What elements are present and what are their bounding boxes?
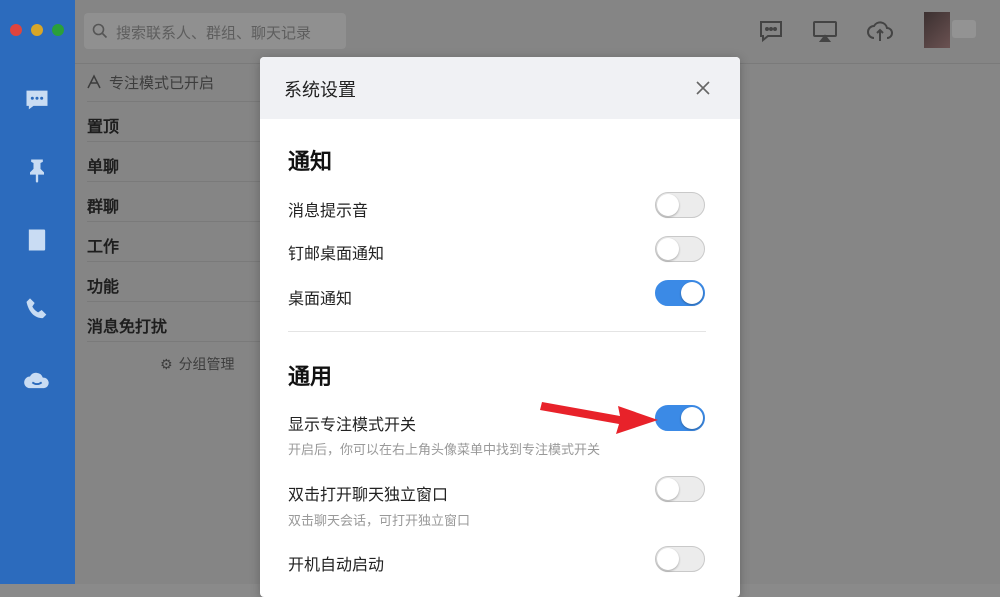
sidebar: [0, 0, 75, 584]
search-input[interactable]: 搜索联系人、群组、聊天记录: [84, 13, 346, 49]
toggle-mail-desktop-notification[interactable]: [655, 236, 705, 262]
chat-icon[interactable]: [757, 17, 785, 45]
divider: [87, 101, 260, 102]
window-zoom-dot[interactable]: [52, 24, 64, 36]
window-close-dot[interactable]: [10, 24, 22, 36]
option-label: 显示专注模式开关: [288, 415, 417, 434]
phone-icon[interactable]: [22, 295, 52, 325]
toggle-desktop-notification[interactable]: [655, 280, 705, 306]
main-area: [740, 64, 1000, 584]
option-label: 钉邮桌面通知: [288, 244, 385, 263]
group-item-work[interactable]: 工作: [87, 233, 119, 257]
divider: [87, 301, 260, 302]
toggle-knob: [681, 282, 703, 304]
pin-icon[interactable]: [22, 155, 52, 185]
message-icon[interactable]: [22, 85, 52, 115]
dialog-title: 系统设置: [284, 80, 356, 101]
focus-mode-label: 专注模式已开启: [109, 74, 215, 92]
option-label: 桌面通知: [288, 289, 353, 308]
option-description: 开启后，你可以在右上角头像菜单中找到专注模式开关: [288, 443, 601, 458]
group-item-group-chat[interactable]: 群聊: [87, 193, 119, 217]
toggle-double-click-window[interactable]: [655, 476, 705, 502]
divider: [87, 181, 260, 182]
option-label: 开机自动启动: [288, 555, 385, 574]
screen-share-icon[interactable]: [811, 17, 839, 45]
cloud-upload-icon[interactable]: [866, 17, 894, 45]
dialog-header: 系统设置: [260, 57, 740, 119]
cloud-icon[interactable]: [22, 365, 52, 395]
avatar-menu-indicator: [952, 20, 976, 38]
toggle-knob: [681, 407, 703, 429]
group-item-do-not-disturb[interactable]: 消息免打扰: [87, 313, 167, 337]
group-item-function[interactable]: 功能: [87, 273, 119, 297]
group-list: 专注模式已开启 置顶 单聊 群聊 工作 功能 消息免打扰 ⚙ 分组管理: [75, 64, 260, 584]
option-label: 双击打开聊天独立窗口: [288, 485, 449, 504]
divider: [288, 331, 706, 332]
option-label: 消息提示音: [288, 201, 369, 220]
gear-icon: ⚙: [160, 357, 173, 373]
focus-mode-icon: [87, 74, 101, 89]
annotation-arrow-icon: [540, 402, 658, 434]
toggle-knob: [657, 238, 679, 260]
section-title-notifications: 通知: [288, 150, 333, 175]
toggle-knob: [657, 478, 679, 500]
close-button[interactable]: [691, 76, 715, 100]
window-minimize-dot[interactable]: [31, 24, 43, 36]
toggle-message-sound[interactable]: [655, 192, 705, 218]
divider: [87, 221, 260, 222]
divider: [87, 141, 260, 142]
avatar[interactable]: [924, 12, 950, 48]
toggle-show-focus-mode[interactable]: [655, 405, 705, 431]
close-icon: [696, 81, 710, 95]
group-item-pinned[interactable]: 置顶: [87, 113, 119, 137]
focus-mode-indicator[interactable]: 专注模式已开启: [85, 72, 214, 93]
section-title-general: 通用: [288, 365, 333, 390]
toggle-knob: [657, 548, 679, 570]
divider: [87, 341, 260, 342]
group-item-single-chat[interactable]: 单聊: [87, 153, 119, 177]
search-icon: [92, 23, 108, 39]
settings-dialog: 系统设置 通知 消息提示音 钉邮桌面通知 桌面通知 通用 显示专注模式开关 开启…: [260, 57, 740, 597]
divider: [87, 261, 260, 262]
group-manage-label: 分组管理: [178, 357, 235, 373]
toggle-knob: [657, 194, 679, 216]
toggle-auto-start[interactable]: [655, 546, 705, 572]
contacts-icon[interactable]: [22, 225, 52, 255]
group-manage-button[interactable]: ⚙ 分组管理: [160, 354, 235, 374]
option-description: 双击聊天会话，可打开独立窗口: [288, 514, 471, 529]
search-placeholder: 搜索联系人、群组、聊天记录: [116, 24, 312, 42]
